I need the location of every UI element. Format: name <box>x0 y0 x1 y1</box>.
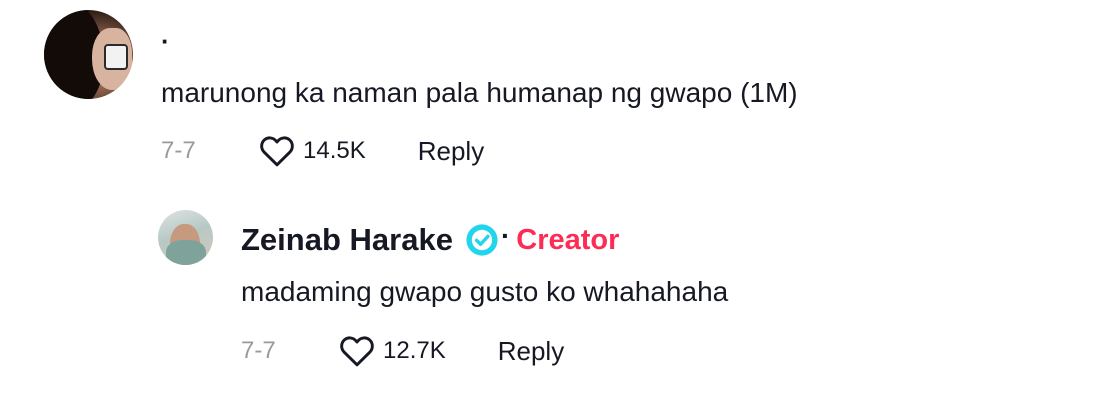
like-button[interactable]: 14.5K <box>259 135 366 167</box>
like-count: 12.7K <box>383 337 446 364</box>
avatar[interactable] <box>158 210 213 265</box>
reply-username[interactable]: Zeinab Harake <box>241 220 453 260</box>
reply-button[interactable]: Reply <box>418 136 484 167</box>
like-button[interactable]: 12.7K <box>339 335 446 367</box>
verified-check-icon <box>466 224 498 256</box>
reply-header: Zeinab Harake · Creator <box>241 220 619 260</box>
reply-button[interactable]: Reply <box>498 336 564 367</box>
heart-outline-icon <box>340 336 374 367</box>
comment-date: 7-7 <box>161 137 196 164</box>
comment-meta: 7-7 14.5K Reply <box>161 133 484 169</box>
heart-outline-icon <box>260 136 294 167</box>
creator-badge: Creator <box>516 224 620 256</box>
reply-date: 7-7 <box>241 337 276 364</box>
reply-item: Zeinab Harake · Creator madaming gwapo g… <box>158 210 1078 380</box>
comment-item: · marunong ka naman pala humanap ng gwap… <box>44 10 1084 180</box>
comment-username[interactable]: · <box>161 26 170 56</box>
like-count: 14.5K <box>303 137 366 164</box>
comment-text: marunong ka naman pala humanap ng gwapo … <box>161 77 798 108</box>
avatar[interactable] <box>44 10 133 99</box>
comment-thread: · marunong ka naman pala humanap ng gwap… <box>0 0 1120 409</box>
separator-dot: · <box>500 220 511 251</box>
reply-meta: 7-7 12.7K Reply <box>241 333 564 369</box>
reply-text: madaming gwapo gusto ko whahahaha <box>241 276 729 307</box>
